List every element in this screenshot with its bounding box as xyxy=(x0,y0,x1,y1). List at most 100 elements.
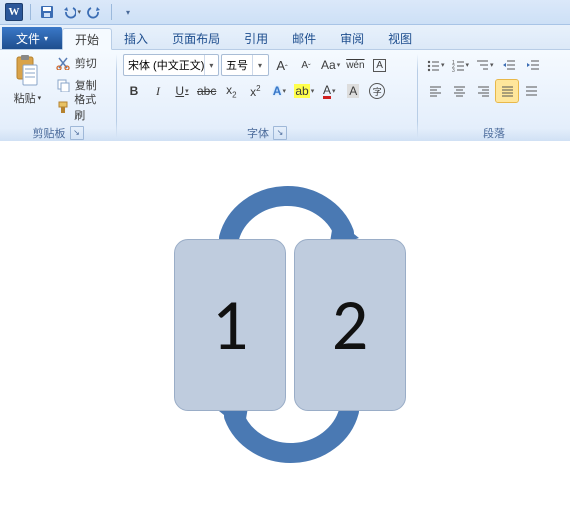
multilevel-icon xyxy=(475,58,489,72)
strikethrough-button[interactable]: abc xyxy=(195,80,218,102)
numbering-button[interactable]: 123▾ xyxy=(449,54,472,76)
save-button[interactable] xyxy=(37,2,57,22)
font-color-button[interactable]: A▾ xyxy=(318,80,340,102)
document-canvas[interactable]: 1 2 xyxy=(0,141,570,516)
word-icon: W xyxy=(5,3,23,21)
group-font: 宋体 (中文正文)▾ 五号▾ Aˆ Aˇ Aa▾ wén A B I U▾ ab… xyxy=(117,50,417,142)
align-right-icon xyxy=(476,84,490,98)
superscript-button[interactable]: x2 xyxy=(244,80,266,102)
tab-mailings[interactable]: 邮件 xyxy=(280,27,328,49)
group-label-text: 段落 xyxy=(483,125,505,141)
group-label-text: 字体 xyxy=(247,125,269,141)
bold-button[interactable]: B xyxy=(123,80,145,102)
align-justify-icon xyxy=(500,84,514,98)
ribbon-tabs: 文件 ▾ 开始 插入 页面布局 引用 邮件 审阅 视图 xyxy=(0,25,570,50)
font-name-combo[interactable]: 宋体 (中文正文)▾ xyxy=(123,54,219,76)
tab-label: 页面布局 xyxy=(172,30,220,47)
tab-label: 开始 xyxy=(75,31,99,48)
indent-icon xyxy=(526,58,540,72)
tab-home[interactable]: 开始 xyxy=(62,28,112,50)
tab-label: 引用 xyxy=(244,30,268,47)
tab-layout[interactable]: 页面布局 xyxy=(160,27,232,49)
paste-button[interactable]: 粘贴▾ xyxy=(6,52,49,106)
subscript-button[interactable]: x2 xyxy=(220,80,242,102)
align-left-button[interactable] xyxy=(424,80,446,102)
numbering-icon: 123 xyxy=(451,58,465,72)
font-size-value: 五号 xyxy=(222,57,252,73)
outdent-icon xyxy=(502,58,516,72)
tab-label: 审阅 xyxy=(340,30,364,47)
app-icon[interactable]: W xyxy=(4,2,24,22)
change-case-button[interactable]: Aa▾ xyxy=(319,54,342,76)
bullets-button[interactable]: ▾ xyxy=(424,54,447,76)
chevron-down-icon: ▾ xyxy=(252,55,267,75)
tab-view[interactable]: 视图 xyxy=(376,27,424,49)
dialog-launcher[interactable]: ↘ xyxy=(70,126,84,140)
grow-font-button[interactable]: Aˆ xyxy=(271,54,293,76)
cut-label: 剪切 xyxy=(75,55,97,71)
increase-indent-button[interactable] xyxy=(522,54,544,76)
smartart-shape-2[interactable]: 2 xyxy=(294,239,406,411)
separator xyxy=(30,4,31,20)
paste-icon xyxy=(12,54,42,88)
ribbon: 粘贴▾ 剪切 复制 格式刷 剪贴板↘ xyxy=(0,50,570,143)
text-effects-button[interactable]: A▾ xyxy=(268,80,290,102)
group-label-text: 剪贴板 xyxy=(33,125,66,141)
underline-button[interactable]: U▾ xyxy=(171,80,193,102)
tab-references[interactable]: 引用 xyxy=(232,27,280,49)
qat-customize-button[interactable]: ▾ xyxy=(118,2,138,22)
redo-button[interactable] xyxy=(85,2,105,22)
copy-icon xyxy=(55,77,71,93)
file-tab-label: 文件 xyxy=(16,30,40,47)
group-clipboard: 粘贴▾ 剪切 复制 格式刷 剪贴板↘ xyxy=(0,50,116,142)
subscript-icon: x2 xyxy=(226,83,236,99)
bullets-icon xyxy=(426,58,440,72)
save-icon xyxy=(39,4,55,20)
cut-icon xyxy=(55,55,71,71)
tab-label: 插入 xyxy=(124,30,148,47)
italic-button[interactable]: I xyxy=(147,80,169,102)
format-painter-button[interactable]: 格式刷 xyxy=(51,96,110,118)
undo-icon xyxy=(61,4,76,20)
cut-button[interactable]: 剪切 xyxy=(51,52,110,74)
highlight-button[interactable]: ab▾ xyxy=(292,80,316,102)
paste-label: 粘贴 xyxy=(14,90,36,106)
tab-label: 邮件 xyxy=(292,30,316,47)
multilevel-list-button[interactable]: ▾ xyxy=(473,54,496,76)
decrease-indent-button[interactable] xyxy=(498,54,520,76)
redo-icon xyxy=(87,4,103,20)
smartart-shape-1[interactable]: 1 xyxy=(174,239,286,411)
chevron-down-icon: ▾ xyxy=(204,55,218,75)
file-tab[interactable]: 文件 ▾ xyxy=(2,27,62,49)
shrink-font-button[interactable]: Aˇ xyxy=(295,54,317,76)
tab-label: 视图 xyxy=(388,30,412,47)
highlight-icon: ab xyxy=(294,84,309,98)
font-size-combo[interactable]: 五号▾ xyxy=(221,54,269,76)
align-right-button[interactable] xyxy=(472,80,494,102)
group-paragraph: ▾ 123▾ ▾ 段落 xyxy=(418,50,570,142)
tab-review[interactable]: 审阅 xyxy=(328,27,376,49)
format-painter-label: 格式刷 xyxy=(74,91,106,123)
dialog-launcher[interactable]: ↘ xyxy=(273,126,287,140)
tab-insert[interactable]: 插入 xyxy=(112,27,160,49)
separator xyxy=(111,4,112,20)
char-border-button[interactable]: A xyxy=(369,54,391,76)
distribute-icon xyxy=(524,84,538,98)
font-name-value: 宋体 (中文正文) xyxy=(124,57,204,73)
char-shading-button[interactable]: A xyxy=(342,80,364,102)
quick-access-toolbar: W ▾ ▾ xyxy=(0,0,570,25)
distribute-button[interactable] xyxy=(520,80,542,102)
align-justify-button[interactable] xyxy=(496,80,518,102)
enclose-char-button[interactable]: 字 xyxy=(366,80,388,102)
superscript-icon: x2 xyxy=(250,84,260,99)
phonetic-guide-button[interactable]: wén xyxy=(344,54,366,76)
undo-button[interactable]: ▾ xyxy=(61,2,81,22)
format-painter-icon xyxy=(55,99,70,115)
chevron-down-icon: ▾ xyxy=(44,34,48,43)
shape-text: 1 xyxy=(212,281,249,369)
phonetic-icon: wén xyxy=(346,60,364,71)
smartart-cycle[interactable]: 1 2 xyxy=(166,161,416,501)
align-center-button[interactable] xyxy=(448,80,470,102)
shape-text: 2 xyxy=(332,281,369,369)
align-left-icon xyxy=(428,84,442,98)
